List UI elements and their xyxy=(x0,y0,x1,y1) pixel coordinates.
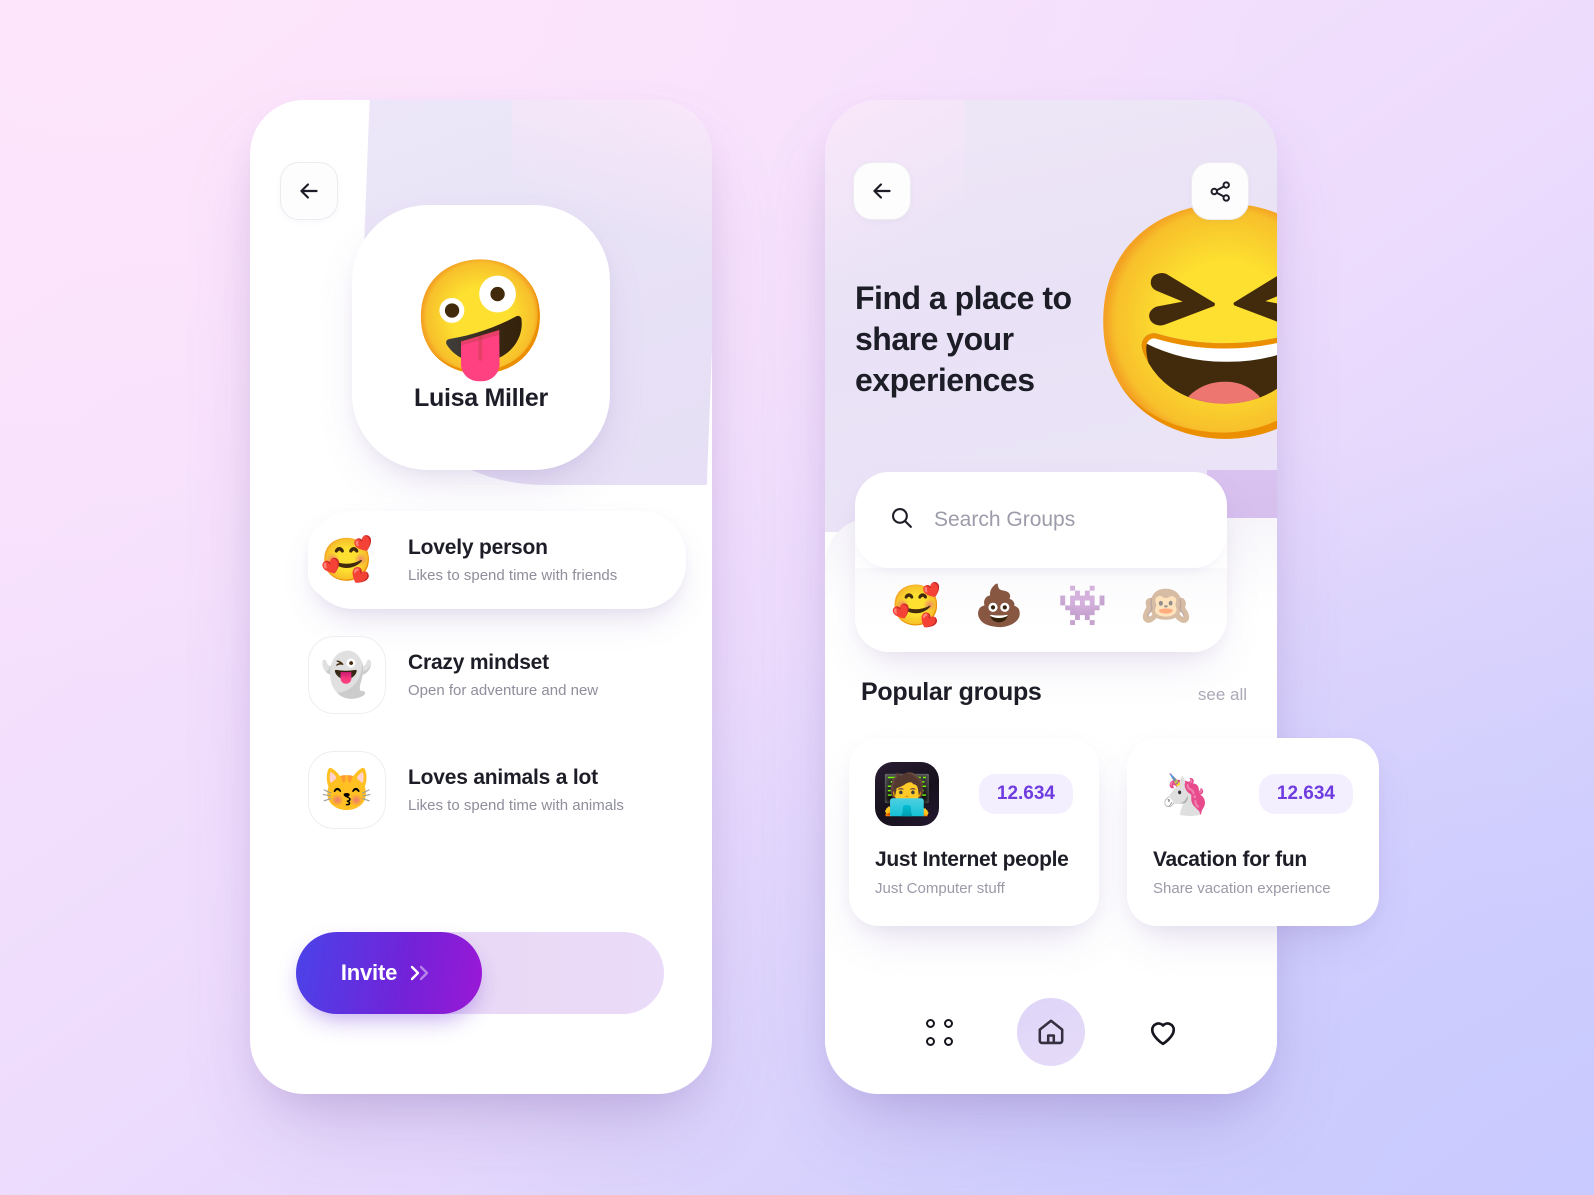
trait-title: Lovely person xyxy=(408,536,548,559)
trait-emoji: 🥰 xyxy=(320,535,374,583)
search-card: 🥰 💩 👾 🙉 xyxy=(855,472,1227,652)
search-input[interactable] xyxy=(934,508,1205,532)
arrow-left-icon xyxy=(300,183,318,199)
heart-icon xyxy=(1150,1022,1176,1046)
list-item[interactable]: 👻 Crazy mindset Open for adventure and n… xyxy=(250,630,712,720)
trait-list: 🥰 Lovely person Likes to spend time with… xyxy=(250,511,712,860)
unicorn-avatar: 🦄 xyxy=(1160,772,1210,817)
grid-icon xyxy=(925,1018,953,1046)
group-subtitle: Share vacation experience xyxy=(1153,880,1331,897)
technologist-avatar: 🧑‍💻 xyxy=(875,762,939,826)
trait-subtitle: Likes to spend time with friends xyxy=(408,567,618,584)
trait-subtitle: Likes to spend time with animals xyxy=(408,797,624,814)
section-title: Popular groups xyxy=(861,678,1042,706)
group-name: Just Internet people xyxy=(875,848,1069,871)
group-name: Vacation for fun xyxy=(1153,848,1307,871)
arrow-left-icon xyxy=(873,183,891,199)
group-subtitle: Just Computer stuff xyxy=(875,880,1005,897)
trait-title: Loves animals a lot xyxy=(408,766,598,789)
back-button[interactable] xyxy=(853,162,911,220)
profile-card: 🤪 Luisa Miller xyxy=(352,205,610,470)
trait-emoji: 👻 xyxy=(320,650,374,698)
back-button[interactable] xyxy=(280,162,338,220)
invite-button-label: Invite xyxy=(340,960,398,985)
bottom-navigation xyxy=(825,998,1277,1066)
groups-screen: 😆 Find a place to share your experiences xyxy=(825,100,1277,1094)
hear-no-evil-monkey-filter[interactable]: 🙉 xyxy=(1141,586,1191,626)
see-all-link[interactable]: see all xyxy=(1198,685,1247,705)
search-icon xyxy=(889,505,914,535)
hero-title: Find a place to share your experiences xyxy=(855,280,1072,398)
group-card[interactable]: 🧑‍💻 12.634 Just Internet people Just Com… xyxy=(849,738,1099,926)
trait-text: Crazy mindset Open for adventure and new xyxy=(408,651,598,699)
member-count-badge: 12.634 xyxy=(978,774,1073,814)
page-title: Luisa Miller xyxy=(414,384,548,412)
home-icon xyxy=(1038,1019,1064,1045)
chevron-right-double-icon xyxy=(407,963,437,983)
profile-phone-frame: 🤪 Luisa Miller 🥰 Lovely person Likes to … xyxy=(250,100,712,1094)
nav-item-favorites[interactable] xyxy=(1129,998,1197,1066)
share-button[interactable] xyxy=(1191,162,1249,220)
search-bar[interactable] xyxy=(855,472,1227,568)
smiling-face-with-hearts-icon: 🥰 xyxy=(308,521,386,599)
app-mockup-stage: 🤪 Luisa Miller 🥰 Lovely person Likes to … xyxy=(0,0,1594,1195)
share-icon xyxy=(1210,180,1230,202)
smiling-face-with-hearts-filter[interactable]: 🥰 xyxy=(891,586,941,626)
group-card[interactable]: 🦄 12.634 Vacation for fun Share vacation… xyxy=(1127,738,1379,926)
emoji-filter-row: 🥰 💩 👾 🙉 xyxy=(855,568,1227,652)
list-item[interactable]: 🥰 Lovely person Likes to spend time with… xyxy=(250,511,712,609)
trait-title: Crazy mindset xyxy=(408,651,549,674)
group-card-top: 🦄 12.634 xyxy=(1153,762,1353,826)
trait-emoji: 😽 xyxy=(320,765,374,813)
groups-phone-frame: 😆 Find a place to share your experiences xyxy=(825,100,1277,1094)
avatar: 🤪 xyxy=(411,255,551,380)
popular-groups-header: Popular groups see all xyxy=(861,678,1247,707)
profile-screen: 🤪 Luisa Miller 🥰 Lovely person Likes to … xyxy=(250,100,712,1094)
pile-of-poo-filter[interactable]: 💩 xyxy=(974,586,1024,626)
alien-monster-filter[interactable]: 👾 xyxy=(1058,586,1108,626)
ghost-icon: 👻 xyxy=(308,636,386,714)
trait-subtitle: Open for adventure and new xyxy=(408,682,599,699)
group-card-top: 🧑‍💻 12.634 xyxy=(875,762,1073,826)
member-count-badge: 12.634 xyxy=(1258,774,1353,814)
list-item[interactable]: 😽 Loves animals a lot Likes to spend tim… xyxy=(250,745,712,835)
invite-slider-track[interactable]: Invite xyxy=(296,932,664,1014)
nav-item-home[interactable] xyxy=(1017,998,1085,1066)
kissing-cat-icon: 😽 xyxy=(308,751,386,829)
trait-text: Loves animals a lot Likes to spend time … xyxy=(408,766,624,814)
trait-text: Lovely person Likes to spend time with f… xyxy=(408,536,617,584)
invite-button[interactable]: Invite xyxy=(296,932,482,1014)
nav-item-grid[interactable] xyxy=(905,998,973,1066)
